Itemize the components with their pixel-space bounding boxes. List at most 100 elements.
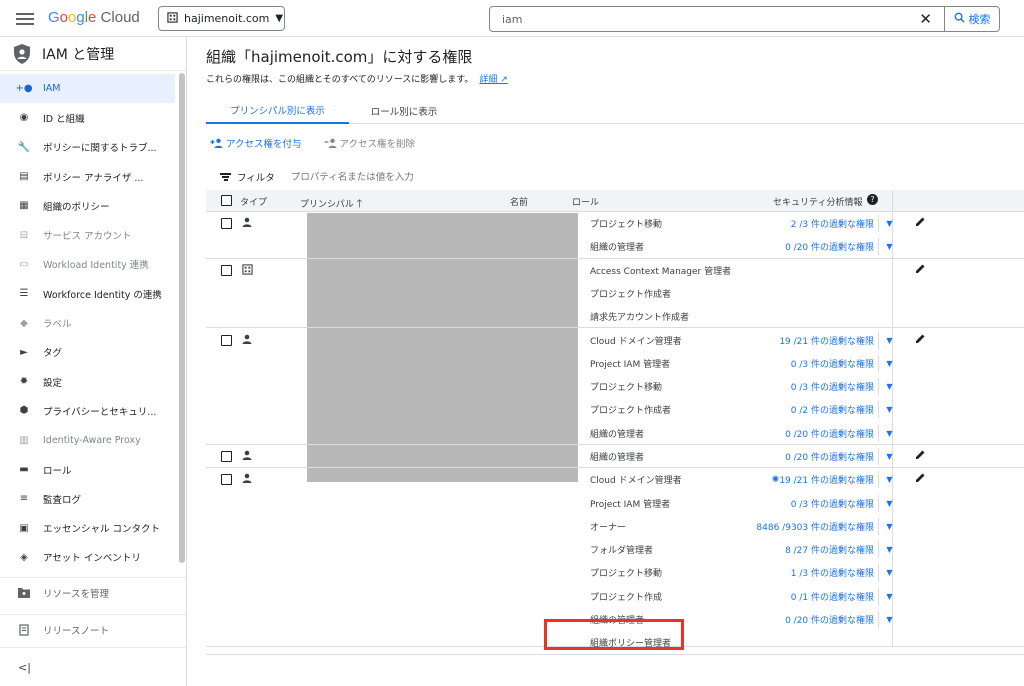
- excess-permissions-link[interactable]: 19 /21 件の過剰な権限: [779, 473, 874, 486]
- excess-permissions-link[interactable]: 0 /20 件の過剰な権限: [785, 613, 874, 626]
- sidebar: IAM と管理 +● IAM ◉ ID と組織 🔧 ポリシーに関するトラブ... ▤ ポリシー…: [0, 37, 187, 686]
- settings-icon: ✹: [19, 376, 29, 388]
- organization-icon: [242, 263, 253, 278]
- chevron-down-icon[interactable]: ▼: [878, 401, 900, 419]
- chevron-down-icon[interactable]: ▼: [878, 587, 900, 605]
- role-row: 組織の管理者 0 /20 件の過剰な権限 ▼: [590, 445, 900, 468]
- chevron-down-icon[interactable]: ▼: [878, 238, 900, 256]
- permissions-table: タイプ プリンシパル 🡑 名前 ロール セキュリティ分析情報 ? プロジェクト移…: [206, 190, 1024, 655]
- google-cloud-logo[interactable]: Google Cloud: [48, 9, 140, 26]
- excess-permissions-link[interactable]: 0 /1 件の過剰な権限: [791, 590, 874, 603]
- excess-permissions-link[interactable]: 2 /3 件の過剰な権限: [791, 217, 874, 230]
- excess-permissions-link[interactable]: 1 /3 件の過剰な権限: [791, 566, 874, 579]
- remove-access-button[interactable]: アクセス権を削除: [324, 136, 415, 150]
- column-name[interactable]: 名前: [510, 195, 528, 208]
- chevron-down-icon[interactable]: ▼: [878, 424, 900, 442]
- tab-by-role[interactable]: ロール別に表示: [349, 98, 459, 124]
- sidebar-item-label: Workload Identity 連携: [43, 260, 149, 272]
- sidebar-scrollbar[interactable]: [179, 73, 185, 563]
- column-security-insights[interactable]: セキュリティ分析情報: [773, 195, 862, 208]
- excess-permissions-link[interactable]: 0 /3 件の過剰な権限: [791, 497, 874, 510]
- project-picker[interactable]: hajimenoit.com ▼: [158, 6, 285, 31]
- chevron-down-icon[interactable]: ▼: [878, 611, 900, 629]
- sidebar-item[interactable]: ▬ ロール: [0, 455, 175, 484]
- edit-principal-icon[interactable]: [915, 449, 926, 463]
- column-type[interactable]: タイプ: [240, 195, 267, 208]
- edit-principal-icon[interactable]: [915, 472, 926, 486]
- excess-permissions-link[interactable]: 0 /3 件の過剰な権限: [791, 357, 874, 370]
- chevron-down-icon[interactable]: ▼: [878, 517, 900, 535]
- sidebar-item[interactable]: ≡ 監査ログ: [0, 484, 175, 513]
- page-description: これらの権限は、この組織とそのすべてのリソースに影響します。 詳細 ↗: [206, 75, 508, 85]
- sidebar-item[interactable]: ◈ アセット インベントリ: [0, 543, 175, 572]
- sidebar-item[interactable]: ✹ 設定: [0, 367, 175, 396]
- chevron-down-icon[interactable]: ▼: [878, 564, 900, 582]
- sidebar-item[interactable]: ◉ ID と組織: [0, 103, 175, 132]
- row-checkbox[interactable]: [221, 264, 232, 276]
- filter-input[interactable]: [290, 171, 491, 183]
- external-link-icon: ↗: [500, 75, 508, 85]
- chevron-down-icon[interactable]: ▼: [878, 471, 900, 489]
- sort-ascending-icon: 🡑: [356, 197, 363, 210]
- sidebar-item-label: Workforce Identity の連携: [43, 289, 162, 301]
- sidebar-item[interactable]: ⬢ プライバシーとセキュリ...: [0, 396, 175, 425]
- release-notes-icon: [17, 623, 31, 637]
- chevron-down-icon[interactable]: ▼: [878, 494, 900, 512]
- excess-permissions-link[interactable]: 0 /3 件の過剰な権限: [791, 380, 874, 393]
- sidebar-item[interactable]: ▤ ポリシー アナライザ ...: [0, 162, 175, 191]
- chevron-down-icon: ▼: [275, 13, 284, 24]
- role-name: 請求先アカウント作成者: [590, 313, 690, 324]
- hamburger-menu-icon[interactable]: [14, 10, 36, 28]
- iam-shield-icon: [14, 43, 30, 64]
- edit-principal-icon[interactable]: [915, 216, 926, 230]
- chevron-down-icon[interactable]: ▼: [878, 331, 900, 349]
- edit-principal-icon[interactable]: [915, 333, 926, 347]
- details-link[interactable]: 詳細 ↗: [479, 75, 507, 85]
- help-icon[interactable]: ?: [867, 194, 878, 205]
- recommendation-bulb-icon[interactable]: ✺: [772, 475, 780, 485]
- excess-permissions-link[interactable]: 0 /20 件の過剰な権限: [785, 427, 874, 440]
- sidebar-item-label: サービス アカウント: [43, 231, 132, 243]
- tab-by-principal[interactable]: プリンシパル別に表示: [206, 98, 349, 124]
- excess-permissions-link[interactable]: 0 /20 件の過剰な権限: [785, 240, 874, 253]
- sidebar-item[interactable]: ☰ Workforce Identity の連携: [0, 279, 175, 308]
- chevron-down-icon[interactable]: ▼: [878, 541, 900, 559]
- collapse-sidebar-icon[interactable]: <|: [18, 661, 31, 674]
- excess-permissions-link[interactable]: 0 /2 件の過剰な権限: [791, 403, 874, 416]
- row-checkbox[interactable]: [221, 474, 232, 486]
- grant-access-button[interactable]: アクセス権を付与: [210, 136, 302, 150]
- excess-permissions-link[interactable]: 0 /20 件の過剰な権限: [785, 450, 874, 463]
- sidebar-item-manage-resources[interactable]: リソースを管理: [0, 578, 186, 607]
- sidebar-header: IAM と管理: [0, 37, 186, 71]
- excess-permissions-link[interactable]: 8 /27 件の過剰な権限: [785, 543, 874, 556]
- sidebar-item[interactable]: ► タグ: [0, 338, 175, 367]
- person-add-icon: [210, 138, 223, 148]
- row-checkbox[interactable]: [221, 334, 232, 346]
- clear-search-icon[interactable]: ✕: [919, 10, 932, 28]
- sidebar-item[interactable]: ⊟ サービス アカウント: [0, 220, 175, 249]
- column-role[interactable]: ロール: [572, 195, 599, 208]
- chevron-down-icon[interactable]: ▼: [878, 354, 900, 372]
- excess-permissions-link[interactable]: 19 /21 件の過剰な権限: [779, 334, 874, 347]
- sidebar-item[interactable]: 🔧 ポリシーに関するトラブ...: [0, 133, 175, 162]
- select-all-checkbox[interactable]: [221, 195, 232, 206]
- excess-permissions-link[interactable]: 8486 /9303 件の過剰な権限: [756, 520, 874, 533]
- sidebar-item[interactable]: ▣ エッセンシャル コンタクト: [0, 513, 175, 542]
- chevron-down-icon[interactable]: ▼: [878, 378, 900, 396]
- sidebar-item[interactable]: ▥ Identity-Aware Proxy: [0, 426, 175, 455]
- sidebar-item[interactable]: +● IAM: [0, 74, 175, 104]
- role-row: プロジェクト移動 1 /3 件の過剰な権限 ▼: [590, 561, 900, 584]
- edit-principal-icon[interactable]: [915, 263, 926, 277]
- search-button[interactable]: 検索: [944, 6, 1000, 32]
- search-input[interactable]: [502, 12, 920, 26]
- sidebar-item[interactable]: ▦ 組織のポリシー: [0, 191, 175, 220]
- role-row: オーナー 8486 /9303 件の過剰な権限 ▼: [590, 515, 900, 538]
- chevron-down-icon[interactable]: ▼: [878, 448, 900, 465]
- row-checkbox[interactable]: [221, 451, 232, 462]
- sidebar-item[interactable]: ◆ ラベル: [0, 308, 175, 337]
- sidebar-item[interactable]: ▭ Workload Identity 連携: [0, 250, 175, 279]
- row-checkbox[interactable]: [221, 218, 232, 229]
- sidebar-item-release-notes[interactable]: リリースノート: [0, 615, 186, 644]
- role-row: プロジェクト移動 2 /3 件の過剰な権限 ▼: [590, 212, 900, 235]
- chevron-down-icon[interactable]: ▼: [878, 215, 900, 232]
